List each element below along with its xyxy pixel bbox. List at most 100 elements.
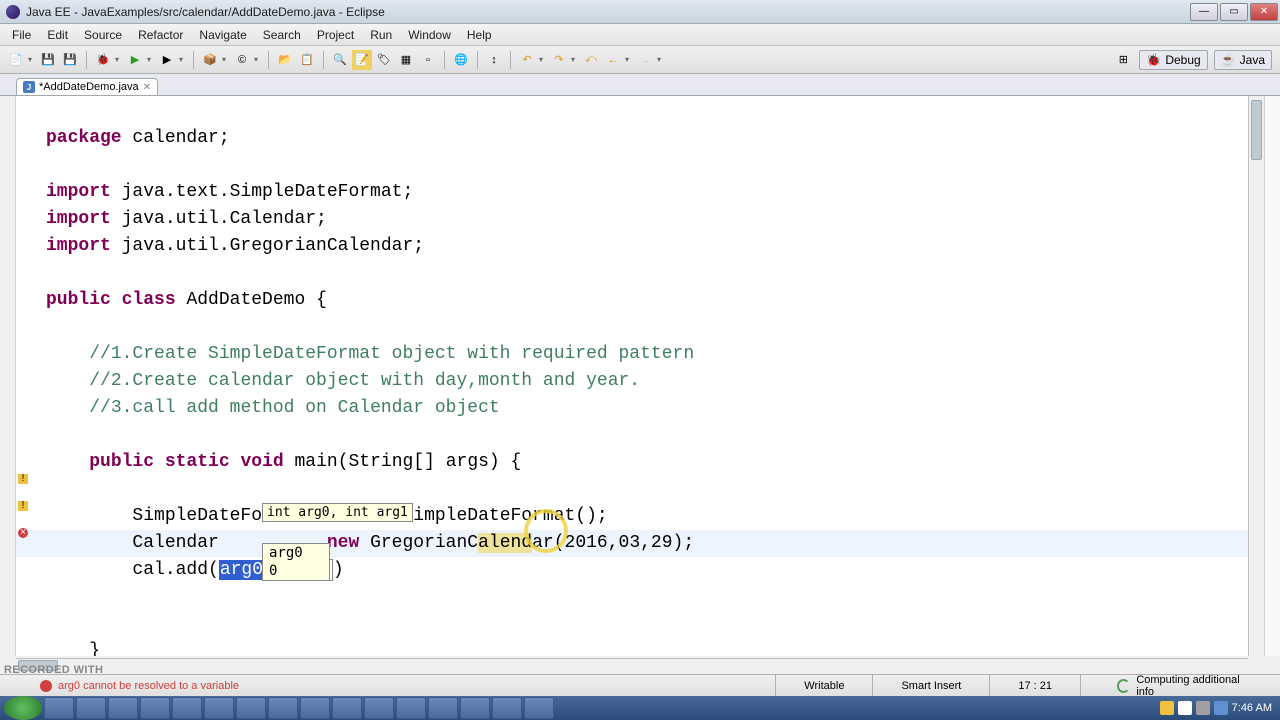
tray-icon[interactable]: [1214, 701, 1228, 715]
new-package-icon[interactable]: 📦: [200, 50, 220, 70]
status-progress-text: Computing additional info: [1136, 674, 1252, 698]
status-bar: arg0 cannot be resolved to a variable Wr…: [0, 674, 1280, 696]
start-button[interactable]: [4, 696, 42, 720]
open-perspective-icon[interactable]: ⊞: [1113, 50, 1133, 70]
menu-file[interactable]: File: [4, 26, 39, 44]
taskbar-app-icon[interactable]: [364, 697, 394, 719]
perspective-debug[interactable]: 🐞Debug: [1139, 50, 1207, 70]
taskbar-app-icon[interactable]: [204, 697, 234, 719]
java-icon: ☕: [1221, 53, 1236, 67]
open-task-icon[interactable]: 📋: [297, 50, 317, 70]
menu-edit[interactable]: Edit: [39, 26, 76, 44]
content-assist-popup[interactable]: arg0 0: [262, 543, 330, 581]
search-icon[interactable]: 🔍: [330, 50, 350, 70]
status-insert-mode: Smart Insert: [872, 675, 989, 696]
dropdown-icon[interactable]: ▾: [571, 55, 579, 64]
toggle-mark-icon[interactable]: 📝: [352, 50, 372, 70]
dropdown-icon[interactable]: ▾: [28, 55, 36, 64]
vertical-scrollbar[interactable]: [1248, 96, 1264, 656]
horizontal-scrollbar[interactable]: [16, 658, 1248, 672]
taskbar-app-icon[interactable]: [236, 697, 266, 719]
new-class-icon[interactable]: ©: [232, 50, 252, 70]
window-title: Java EE - JavaExamples/src/calendar/AddD…: [26, 5, 385, 19]
show-whitespace-icon[interactable]: ▫: [418, 50, 438, 70]
taskbar-app-icon[interactable]: [172, 697, 202, 719]
dropdown-icon[interactable]: ▾: [625, 55, 633, 64]
dropdown-icon[interactable]: ▾: [147, 55, 155, 64]
dropdown-icon[interactable]: ▾: [222, 55, 230, 64]
taskbar-app-icon[interactable]: [108, 697, 138, 719]
tab-adddatedemo[interactable]: J *AddDateDemo.java ✕: [16, 78, 158, 95]
menu-window[interactable]: Window: [400, 26, 459, 44]
minimize-button[interactable]: —: [1190, 3, 1218, 21]
maximize-button[interactable]: ▭: [1220, 3, 1248, 21]
nav-icon[interactable]: ↕: [484, 50, 504, 70]
menu-run[interactable]: Run: [362, 26, 400, 44]
new-icon[interactable]: 📄: [6, 50, 26, 70]
status-error-text: arg0 cannot be resolved to a variable: [58, 680, 239, 692]
dropdown-icon[interactable]: ▾: [115, 55, 123, 64]
taskbar-app-icon[interactable]: [524, 697, 554, 719]
dropdown-icon[interactable]: ▾: [657, 55, 665, 64]
popup-line: arg0: [263, 544, 329, 562]
system-tray[interactable]: 7:46 AM: [1160, 701, 1280, 715]
last-edit-icon[interactable]: ⤺: [581, 50, 601, 70]
tooltip-text: int arg0, int arg1: [267, 505, 408, 520]
menu-navigate[interactable]: Navigate: [191, 26, 254, 44]
dropdown-icon[interactable]: ▾: [179, 55, 187, 64]
bug-icon: 🐞: [1146, 53, 1161, 67]
taskbar-app-icon[interactable]: [428, 697, 458, 719]
progress-spinner-icon: [1117, 679, 1130, 693]
taskbar-app-icon[interactable]: [268, 697, 298, 719]
tray-icon[interactable]: [1178, 701, 1192, 715]
editor-tabs: J *AddDateDemo.java ✕: [0, 74, 1280, 96]
tab-close-icon[interactable]: ✕: [143, 82, 151, 93]
save-icon[interactable]: 💾: [38, 50, 58, 70]
tray-clock[interactable]: 7:46 AM: [1232, 702, 1272, 714]
taskbar-app-icon[interactable]: [460, 697, 490, 719]
scrollbar-thumb[interactable]: [1251, 100, 1262, 160]
debug-icon[interactable]: 🐞: [93, 50, 113, 70]
dropdown-icon[interactable]: ▾: [539, 55, 547, 64]
taskbar-app-icon[interactable]: [300, 697, 330, 719]
menu-source[interactable]: Source: [76, 26, 130, 44]
taskbar-app-icon[interactable]: [396, 697, 426, 719]
menu-refactor[interactable]: Refactor: [130, 26, 191, 44]
menu-search[interactable]: Search: [255, 26, 309, 44]
back-icon[interactable]: ←: [603, 50, 623, 70]
run-icon[interactable]: ▶: [125, 50, 145, 70]
parameter-hint-tooltip: int arg0, int arg1: [262, 503, 413, 522]
code-editor[interactable]: package calendar; import java.text.Simpl…: [16, 96, 1248, 656]
web-icon[interactable]: 🌐: [451, 50, 471, 70]
block-icon[interactable]: ▦: [396, 50, 416, 70]
tray-icon[interactable]: [1160, 701, 1174, 715]
menu-help[interactable]: Help: [459, 26, 500, 44]
run-last-icon[interactable]: ▶: [157, 50, 177, 70]
annotation-icon[interactable]: 🏷: [374, 50, 394, 70]
perspective-java[interactable]: ☕Java: [1214, 50, 1272, 70]
taskbar-app-icon[interactable]: [492, 697, 522, 719]
close-button[interactable]: ✕: [1250, 3, 1278, 21]
eclipse-icon: [6, 5, 20, 19]
taskbar-app-icon[interactable]: [140, 697, 170, 719]
menu-bar: File Edit Source Refactor Navigate Searc…: [0, 24, 1280, 46]
forward-icon[interactable]: →: [635, 50, 655, 70]
title-bar: Java EE - JavaExamples/src/calendar/AddD…: [0, 0, 1280, 24]
windows-taskbar: 7:46 AM: [0, 696, 1280, 720]
dropdown-icon[interactable]: ▾: [254, 55, 262, 64]
taskbar-app-icon[interactable]: [332, 697, 362, 719]
taskbar-app-icon[interactable]: [76, 697, 106, 719]
tab-label: *AddDateDemo.java: [39, 81, 139, 93]
tray-icon[interactable]: [1196, 701, 1210, 715]
left-gutter: [0, 96, 16, 656]
prev-annotation-icon[interactable]: ↶: [517, 50, 537, 70]
cursor-highlight-circle: [524, 509, 568, 553]
overview-ruler[interactable]: [1264, 96, 1280, 656]
save-all-icon[interactable]: 💾: [60, 50, 80, 70]
next-annotation-icon[interactable]: ↷: [549, 50, 569, 70]
taskbar-app-icon[interactable]: [44, 697, 74, 719]
popup-line: 0: [263, 562, 329, 580]
menu-project[interactable]: Project: [309, 26, 362, 44]
open-type-icon[interactable]: 📂: [275, 50, 295, 70]
tool-bar: 📄▾ 💾 💾 🐞▾ ▶▾ ▶▾ 📦▾ ©▾ 📂 📋 🔍 📝 🏷 ▦ ▫ 🌐 ↕ …: [0, 46, 1280, 74]
